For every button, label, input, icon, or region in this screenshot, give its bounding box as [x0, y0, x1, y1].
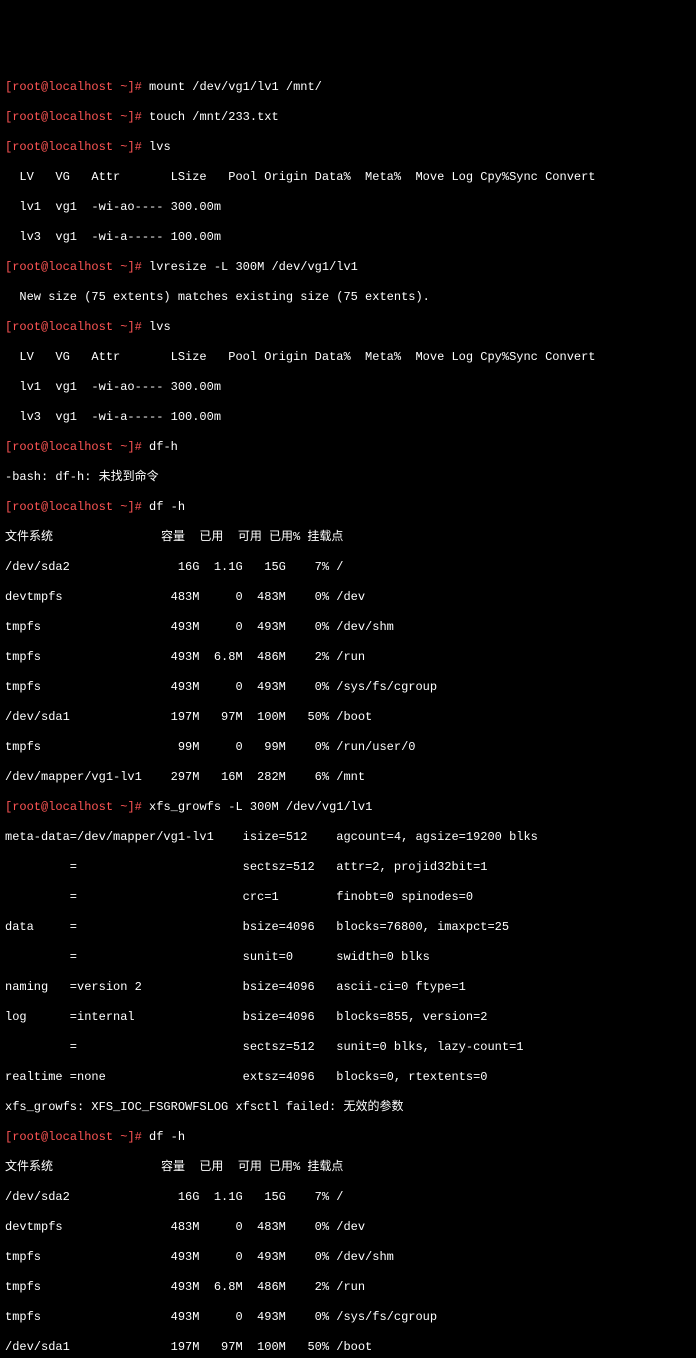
command-text: lvs — [149, 140, 171, 154]
output-line: -bash: df-h: 未找到命令 — [5, 470, 691, 485]
output-line: /dev/sda2 16G 1.1G 15G 7% / — [5, 560, 691, 575]
output-line: lv1 vg1 -wi-ao---- 300.00m — [5, 380, 691, 395]
prompt-tilde: ~ — [113, 80, 127, 94]
output-line: = sectsz=512 sunit=0 blks, lazy-count=1 — [5, 1040, 691, 1055]
output-line: tmpfs 493M 6.8M 486M 2% /run — [5, 650, 691, 665]
output-line: tmpfs 493M 0 493M 0% /dev/shm — [5, 620, 691, 635]
output-line: LV VG Attr LSize Pool Origin Data% Meta%… — [5, 350, 691, 365]
command-text: xfs_growfs -L 300M /dev/vg1/lv1 — [149, 800, 372, 814]
output-line: New size (75 extents) matches existing s… — [5, 290, 691, 305]
output-line: LV VG Attr LSize Pool Origin Data% Meta%… — [5, 170, 691, 185]
output-line: tmpfs 493M 6.8M 486M 2% /run — [5, 1280, 691, 1295]
output-line: = sectsz=512 attr=2, projid32bit=1 — [5, 860, 691, 875]
command-text: lvresize -L 300M /dev/vg1/lv1 — [149, 260, 358, 274]
output-line: tmpfs 493M 0 493M 0% /sys/fs/cgroup — [5, 680, 691, 695]
output-line: meta-data=/dev/mapper/vg1-lv1 isize=512 … — [5, 830, 691, 845]
output-line: = sunit=0 swidth=0 blks — [5, 950, 691, 965]
output-line: xfs_growfs: XFS_IOC_FSGROWFSLOG xfsctl f… — [5, 1100, 691, 1115]
output-line: /dev/sda2 16G 1.1G 15G 7% / — [5, 1190, 691, 1205]
command-text: mount /dev/vg1/lv1 /mnt/ — [149, 80, 322, 94]
prompt-hash: # — [135, 80, 149, 94]
prompt-line: [root@localhost ~]# mount /dev/vg1/lv1 /… — [5, 80, 691, 95]
output-line: naming =version 2 bsize=4096 ascii-ci=0 … — [5, 980, 691, 995]
command-text: lvs — [149, 320, 171, 334]
output-line: = crc=1 finobt=0 spinodes=0 — [5, 890, 691, 905]
output-line: devtmpfs 483M 0 483M 0% /dev — [5, 590, 691, 605]
output-line: 文件系统 容量 已用 可用 已用% 挂载点 — [5, 1160, 691, 1175]
prompt-line: [root@localhost ~]# touch /mnt/233.txt — [5, 110, 691, 125]
command-text: touch /mnt/233.txt — [149, 110, 279, 124]
output-line: /dev/sda1 197M 97M 100M 50% /boot — [5, 1340, 691, 1355]
output-line: /dev/mapper/vg1-lv1 297M 16M 282M 6% /mn… — [5, 770, 691, 785]
prompt-user: root — [12, 80, 41, 94]
output-line: lv1 vg1 -wi-ao---- 300.00m — [5, 200, 691, 215]
command-text: df-h — [149, 440, 178, 454]
output-line: tmpfs 99M 0 99M 0% /run/user/0 — [5, 740, 691, 755]
output-line: lv3 vg1 -wi-a----- 100.00m — [5, 410, 691, 425]
prompt-line: [root@localhost ~]# df -h — [5, 1130, 691, 1145]
output-line: data = bsize=4096 blocks=76800, imaxpct=… — [5, 920, 691, 935]
output-line: realtime =none extsz=4096 blocks=0, rtex… — [5, 1070, 691, 1085]
output-line: 文件系统 容量 已用 可用 已用% 挂载点 — [5, 530, 691, 545]
command-text: df -h — [149, 500, 185, 514]
prompt-line: [root@localhost ~]# df-h — [5, 440, 691, 455]
prompt-line: [root@localhost ~]# df -h — [5, 500, 691, 515]
terminal-output[interactable]: [root@localhost ~]# mount /dev/vg1/lv1 /… — [5, 65, 691, 1358]
output-line: tmpfs 493M 0 493M 0% /dev/shm — [5, 1250, 691, 1265]
output-line: devtmpfs 483M 0 483M 0% /dev — [5, 1220, 691, 1235]
prompt-line: [root@localhost ~]# lvs — [5, 320, 691, 335]
output-line: tmpfs 493M 0 493M 0% /sys/fs/cgroup — [5, 1310, 691, 1325]
bracket-close: ] — [127, 80, 134, 94]
prompt-line: [root@localhost ~]# xfs_growfs -L 300M /… — [5, 800, 691, 815]
output-line: log =internal bsize=4096 blocks=855, ver… — [5, 1010, 691, 1025]
prompt-host: localhost — [48, 80, 113, 94]
prompt-line: [root@localhost ~]# lvresize -L 300M /de… — [5, 260, 691, 275]
output-line: lv3 vg1 -wi-a----- 100.00m — [5, 230, 691, 245]
prompt-line: [root@localhost ~]# lvs — [5, 140, 691, 155]
command-text: df -h — [149, 1130, 185, 1144]
output-line: /dev/sda1 197M 97M 100M 50% /boot — [5, 710, 691, 725]
